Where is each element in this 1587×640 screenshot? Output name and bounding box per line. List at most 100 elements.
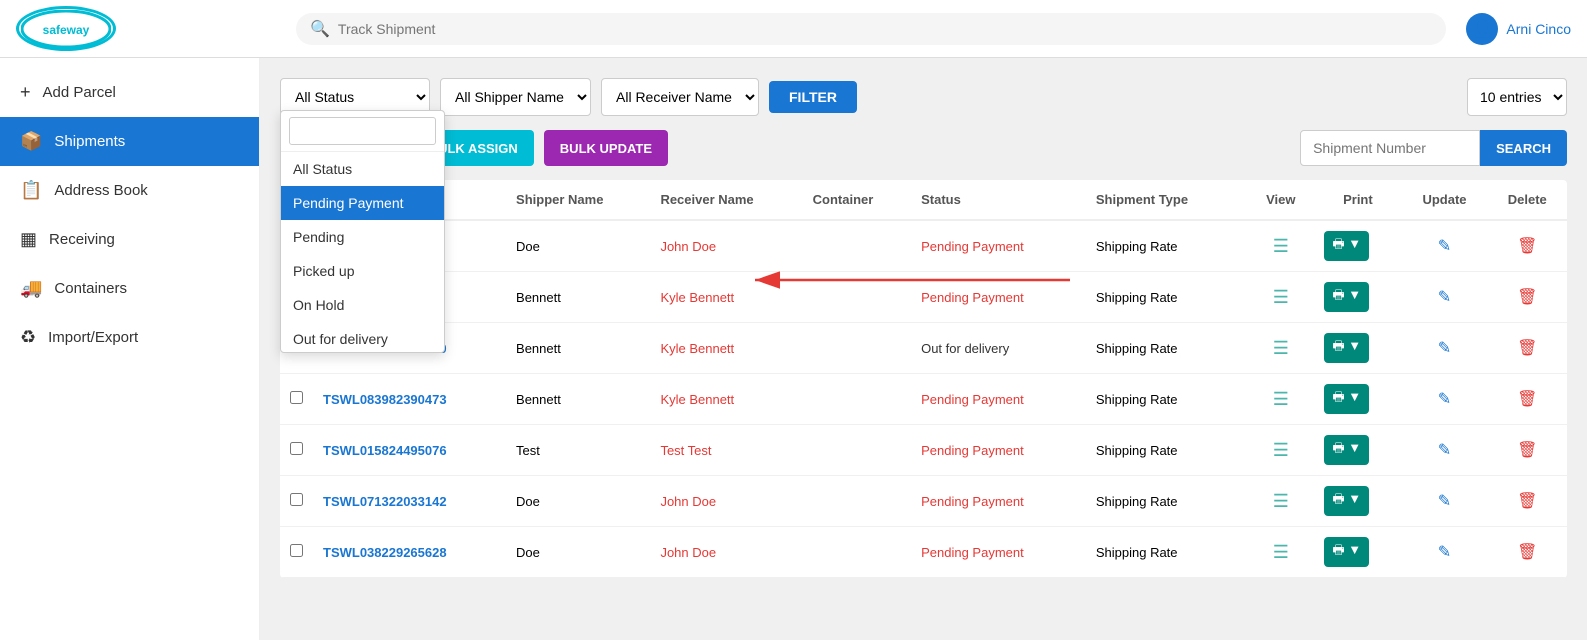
- view-button[interactable]: ☰: [1273, 542, 1289, 563]
- print-button[interactable]: 🖶 ▼: [1324, 537, 1369, 567]
- update-button[interactable]: ✎: [1438, 236, 1451, 256]
- sidebar-item-label: Shipments: [54, 133, 125, 150]
- view-button[interactable]: ☰: [1273, 236, 1289, 257]
- dropdown-option-out-for-delivery[interactable]: Out for delivery: [281, 322, 444, 352]
- filter-button[interactable]: FILTER: [769, 81, 857, 113]
- shipment-link[interactable]: TSWL071322033142: [323, 494, 447, 509]
- row-container: [803, 220, 911, 272]
- row-status: Pending Payment: [911, 272, 1086, 323]
- delete-row-button[interactable]: 🗑: [1517, 287, 1537, 307]
- view-button[interactable]: ☰: [1273, 389, 1289, 410]
- row-container: [803, 323, 911, 374]
- dropdown-option-on-hold[interactable]: On Hold: [281, 288, 444, 322]
- view-button[interactable]: ☰: [1273, 491, 1289, 512]
- row-print-cell: 🖶 ▼: [1314, 272, 1401, 323]
- row-checkbox[interactable]: [290, 544, 303, 557]
- row-checkbox[interactable]: [290, 493, 303, 506]
- update-button[interactable]: ✎: [1438, 542, 1451, 562]
- entries-select[interactable]: 10 entries: [1467, 78, 1567, 116]
- delete-row-button[interactable]: 🗑: [1517, 389, 1537, 409]
- table-row: TSWL...1925555 Doe John Doe Pending Paym…: [280, 220, 1567, 272]
- row-type: Shipping Rate: [1086, 476, 1247, 527]
- delete-row-button[interactable]: 🗑: [1517, 542, 1537, 562]
- print-button[interactable]: 🖶 ▼: [1324, 333, 1369, 363]
- view-button[interactable]: ☰: [1273, 440, 1289, 461]
- user-area: 👤 Arni Cinco: [1466, 13, 1571, 45]
- row-delete-cell: 🗑: [1488, 527, 1567, 578]
- sidebar: + Add Parcel 📦 Shipments 📋 Address Book …: [0, 58, 260, 640]
- dropdown-option-pending[interactable]: Pending: [281, 220, 444, 254]
- row-view-cell: ☰: [1247, 272, 1314, 323]
- sidebar-item-label: Import/Export: [48, 329, 138, 346]
- action-row: 🗑 DELETE ✎ BULK ASSIGN BULK UPDATE SEARC…: [280, 130, 1567, 166]
- filters-row: All Status All Shipper Name All Receiver…: [280, 78, 1567, 116]
- shipment-link[interactable]: TSWL083982390473: [323, 392, 447, 407]
- delete-row-button[interactable]: 🗑: [1517, 440, 1537, 460]
- print-button[interactable]: 🖶 ▼: [1324, 384, 1369, 414]
- print-button[interactable]: 🖶 ▼: [1324, 231, 1369, 261]
- row-receiver: Kyle Bennett: [650, 272, 802, 323]
- sidebar-item-label: Receiving: [49, 231, 115, 248]
- sidebar-item-containers[interactable]: 🚚 Containers: [0, 264, 259, 313]
- col-container: Container: [803, 180, 911, 220]
- sidebar-item-receiving[interactable]: ▦ Receiving: [0, 215, 259, 264]
- book-icon: 📋: [20, 180, 42, 201]
- row-status: Pending Payment: [911, 425, 1086, 476]
- row-checkbox[interactable]: [290, 442, 303, 455]
- table-row: TSWL068152919170 Bennett Kyle Bennett Ou…: [280, 323, 1567, 374]
- sidebar-item-shipments[interactable]: 📦 Shipments: [0, 117, 259, 166]
- dropdown-option-picked-up[interactable]: Picked up: [281, 254, 444, 288]
- truck-icon: 🚚: [20, 278, 42, 299]
- print-button[interactable]: 🖶 ▼: [1324, 435, 1369, 465]
- row-update-cell: ✎: [1401, 220, 1487, 272]
- shipment-number-input[interactable]: [1300, 130, 1480, 166]
- sidebar-item-address-book[interactable]: 📋 Address Book: [0, 166, 259, 215]
- row-type: Shipping Rate: [1086, 425, 1247, 476]
- row-update-cell: ✎: [1401, 527, 1487, 578]
- dropdown-search-input[interactable]: [289, 117, 436, 145]
- row-view-cell: ☰: [1247, 220, 1314, 272]
- row-status: Pending Payment: [911, 374, 1086, 425]
- logo: safeway: [16, 6, 116, 51]
- col-view: View: [1247, 180, 1314, 220]
- col-shipper: Shipper Name: [506, 180, 650, 220]
- update-button[interactable]: ✎: [1438, 440, 1451, 460]
- shipper-filter[interactable]: All Shipper Name: [440, 78, 591, 116]
- bulk-update-button[interactable]: BULK UPDATE: [544, 130, 668, 166]
- update-button[interactable]: ✎: [1438, 287, 1451, 307]
- row-checkbox[interactable]: [290, 391, 303, 404]
- track-shipment-search[interactable]: 🔍: [296, 13, 1446, 45]
- print-button[interactable]: 🖶 ▼: [1324, 282, 1369, 312]
- row-status: Pending Payment: [911, 527, 1086, 578]
- update-button[interactable]: ✎: [1438, 338, 1451, 358]
- delete-row-button[interactable]: 🗑: [1517, 338, 1537, 358]
- row-container: [803, 476, 911, 527]
- update-button[interactable]: ✎: [1438, 491, 1451, 511]
- shipment-link[interactable]: TSWL038229265628: [323, 545, 447, 560]
- track-shipment-input[interactable]: [338, 21, 1432, 37]
- update-button[interactable]: ✎: [1438, 389, 1451, 409]
- row-update-cell: ✎: [1401, 272, 1487, 323]
- logo-area: safeway: [16, 6, 276, 51]
- dropdown-option-pending-payment[interactable]: Pending Payment: [281, 186, 444, 220]
- delete-row-button[interactable]: 🗑: [1517, 236, 1537, 256]
- row-delete-cell: 🗑: [1488, 476, 1567, 527]
- delete-row-button[interactable]: 🗑: [1517, 491, 1537, 511]
- col-status: Status: [911, 180, 1086, 220]
- view-button[interactable]: ☰: [1273, 287, 1289, 308]
- sidebar-item-import-export[interactable]: ♻ Import/Export: [0, 313, 259, 362]
- row-container: [803, 527, 911, 578]
- search-button[interactable]: SEARCH: [1480, 130, 1567, 166]
- row-update-cell: ✎: [1401, 323, 1487, 374]
- view-button[interactable]: ☰: [1273, 338, 1289, 359]
- receiver-filter[interactable]: All Receiver Name: [601, 78, 759, 116]
- row-receiver: Kyle Bennett: [650, 323, 802, 374]
- sidebar-item-add-parcel[interactable]: + Add Parcel: [0, 68, 259, 117]
- dropdown-option-all-status[interactable]: All Status: [281, 152, 444, 186]
- shipment-link[interactable]: TSWL015824495076: [323, 443, 447, 458]
- table-row: TSWL071322033142 Doe John Doe Pending Pa…: [280, 476, 1567, 527]
- print-button[interactable]: 🖶 ▼: [1324, 486, 1369, 516]
- row-container: [803, 425, 911, 476]
- row-type: Shipping Rate: [1086, 220, 1247, 272]
- row-shipper: Test: [506, 425, 650, 476]
